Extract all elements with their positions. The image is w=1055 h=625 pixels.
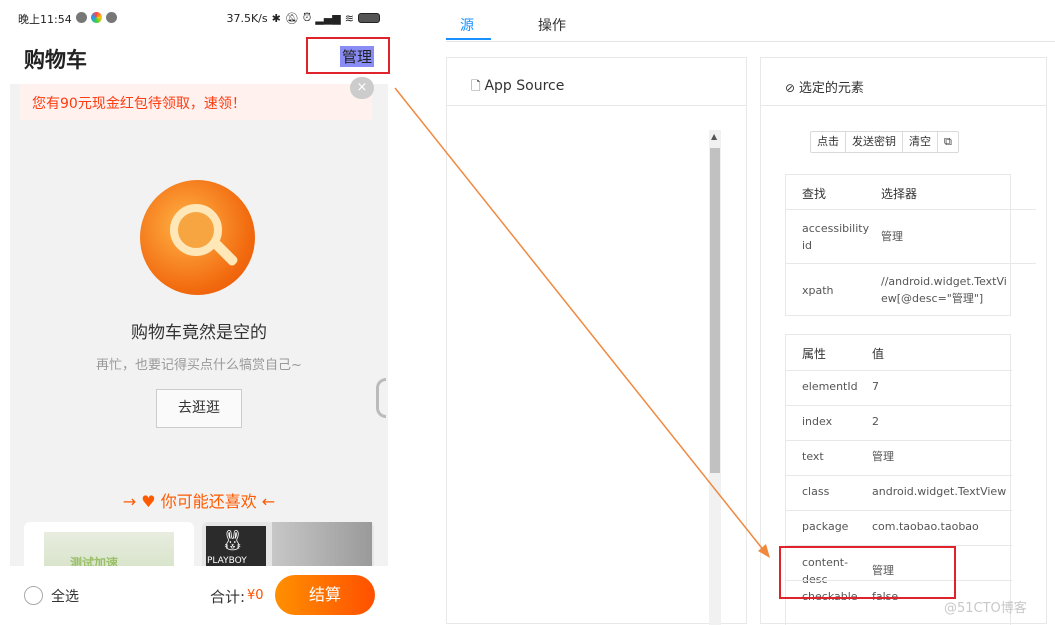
battery-icon xyxy=(358,13,380,23)
table-header: 值 xyxy=(872,347,885,361)
tab-source[interactable]: 源 xyxy=(460,15,474,35)
row-divider xyxy=(786,440,1012,441)
row-divider xyxy=(786,475,1012,476)
app-notification-icon xyxy=(76,12,87,23)
row-divider xyxy=(786,370,1012,371)
source-tree: ▼<android.widget.FrameLayout>▼<android.w… xyxy=(447,134,709,625)
table-cell: accessibility id xyxy=(802,222,870,252)
attr-value[interactable]: 管理 xyxy=(872,448,894,465)
attr-value[interactable]: 7 xyxy=(872,378,879,395)
checkout-bar: 全选 合计: ¥0 结算 xyxy=(10,566,388,624)
attr-key: text xyxy=(802,450,824,463)
copy-icon[interactable]: ⧉ xyxy=(938,132,958,152)
scrollbar-thumb[interactable] xyxy=(710,148,720,473)
attr-value[interactable]: com.taobao.taobao xyxy=(872,518,979,535)
status-time: 晚上11:54 xyxy=(18,13,72,26)
mute-icon: 🔕︎ xyxy=(284,11,299,25)
watermark: @51CTO博客 xyxy=(944,601,1027,616)
attr-value[interactable]: android.widget.TextView xyxy=(872,483,1006,500)
network-speed: 37.5K/s xyxy=(226,11,268,25)
source-header-title: App Source xyxy=(484,78,565,94)
recommend-bar: → ♥ 你可能还喜欢 ← xyxy=(10,484,388,516)
attr-key: elementId xyxy=(802,380,858,393)
table-cell: xpath xyxy=(802,284,834,297)
table-header: 选择器 xyxy=(881,187,918,201)
scroll-up-icon[interactable]: ▲ xyxy=(711,132,717,141)
row-divider xyxy=(786,405,1012,406)
status-right: 37.5K/s ✱ 🔕︎ ⏰︎ ▂▄▆ ≋ xyxy=(226,11,380,25)
scrollbar[interactable]: ▲ xyxy=(709,130,721,625)
product-image xyxy=(272,522,372,572)
find-table: 查找 选择器 accessibility id 管理 xpath //andro… xyxy=(785,174,1036,316)
attr-value[interactable]: 2 xyxy=(872,413,879,430)
table-header: 查找 xyxy=(802,187,827,201)
app-source-panel: 🗋︎ App Source ▼<android.widget.FrameLayo… xyxy=(446,57,747,625)
checkout-button[interactable]: 结算 xyxy=(275,575,375,615)
page-title: 购物车 xyxy=(24,48,87,72)
tab-ink-bar xyxy=(446,38,491,40)
signal-icon: ▂▄▆ xyxy=(315,11,341,25)
go-shopping-button[interactable]: 去逛逛 xyxy=(156,389,242,428)
attr-key: class xyxy=(802,485,830,498)
app-color-icon xyxy=(91,12,102,23)
status-app-icons xyxy=(76,12,117,23)
product-card[interactable]: 🐰︎ PLAYBOY xyxy=(202,522,374,572)
selected-element-panel: ⊘ 选定的元素 点击 发送密钥 清空 ⧉ 查找 选择器 accessibilit… xyxy=(760,57,1047,625)
select-all-checkbox[interactable] xyxy=(24,586,43,605)
wifi-icon: ≋ xyxy=(344,11,354,25)
highlight-box xyxy=(306,37,390,74)
product-card[interactable]: 测试加速 xyxy=(24,522,194,572)
tap-button[interactable]: 点击 xyxy=(811,132,846,152)
total-label: 合计: xyxy=(210,588,246,606)
table-cell[interactable]: 管理 xyxy=(881,228,903,245)
phone-screen: 晚上11:54 37.5K/s ✱ 🔕︎ ⏰︎ ▂▄▆ ≋ 购物车 管理 您有9… xyxy=(10,0,388,624)
close-icon[interactable]: × xyxy=(350,77,374,99)
attr-key: package xyxy=(802,520,849,533)
file-icon: 🗋︎ xyxy=(471,79,485,93)
empty-title: 购物车竟然是空的 xyxy=(131,323,267,343)
source-header: 🗋︎ App Source xyxy=(447,58,746,106)
total-amount: ¥0 xyxy=(247,588,264,603)
status-bar: 晚上11:54 37.5K/s ✱ 🔕︎ ⏰︎ ▂▄▆ ≋ xyxy=(10,0,388,36)
app-notification-icon xyxy=(106,12,117,23)
table-cell[interactable]: //android.widget.TextView[@desc="管理"] xyxy=(881,273,1011,307)
tab-actions[interactable]: 操作 xyxy=(538,15,566,35)
bunny-icon: 🐰︎ xyxy=(220,528,246,552)
row-divider xyxy=(786,510,1012,511)
side-drag-handle[interactable] xyxy=(376,378,386,418)
table-header: 属性 xyxy=(802,347,827,361)
clear-button[interactable]: 清空 xyxy=(903,132,938,152)
highlight-box xyxy=(779,546,956,599)
send-keys-button[interactable]: 发送密钥 xyxy=(846,132,903,152)
recommend-title: → ♥ 你可能还喜欢 ← xyxy=(122,492,276,511)
empty-subtitle: 再忙，也要记得买点什么犒赏自己~ xyxy=(96,358,302,373)
coupon-banner[interactable]: 您有90元现金红包待领取，速领！ xyxy=(20,84,372,120)
product-brand: PLAYBOY xyxy=(207,556,247,566)
select-all-label[interactable]: 全选 xyxy=(51,586,79,606)
action-buttons: 点击 发送密钥 清空 ⧉ xyxy=(810,131,959,153)
attr-key: index xyxy=(802,415,833,428)
element-header: ⊘ 选定的元素 xyxy=(761,58,1046,106)
bluetooth-icon: ✱ xyxy=(271,11,281,25)
alarm-icon: ⏰︎ xyxy=(302,11,312,24)
tag-icon: ⊘ xyxy=(785,81,799,95)
element-header-title: 选定的元素 xyxy=(798,81,864,96)
